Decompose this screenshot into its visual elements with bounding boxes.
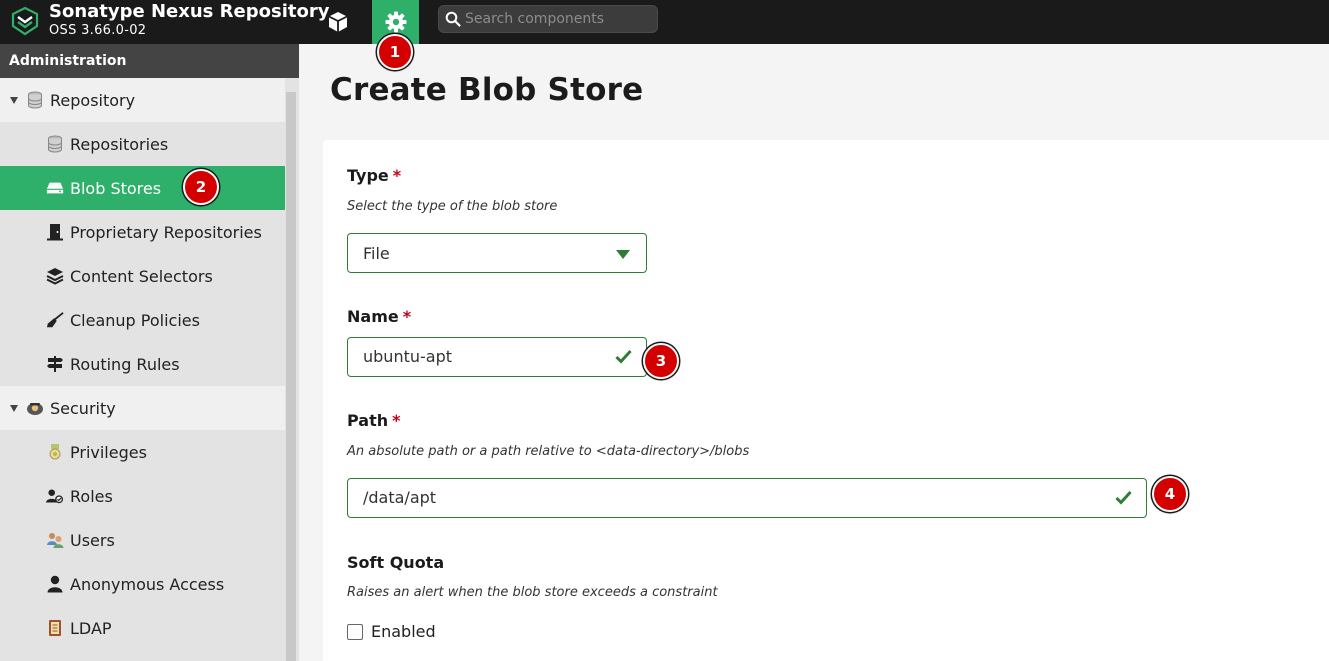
sidebar-item-proprietary-repositories[interactable]: Proprietary Repositories	[0, 210, 285, 254]
app-version: OSS 3.66.0-02	[49, 23, 147, 38]
security-badge-icon	[26, 399, 44, 417]
path-field[interactable]	[347, 478, 1147, 518]
sidebar-item-label: Users	[70, 530, 115, 550]
type-label: Type *	[347, 166, 401, 185]
sidebar-item-label: Anonymous Access	[70, 574, 225, 594]
name-input[interactable]	[363, 347, 603, 366]
app-name: Sonatype Nexus Repository	[49, 1, 330, 22]
step-badge-3: 3	[643, 343, 679, 379]
sidebar-item-roles[interactable]: Roles	[0, 474, 285, 518]
sidebar-item-label: Roles	[70, 486, 113, 506]
search-box[interactable]	[438, 5, 658, 33]
step-badge-2: 2	[183, 169, 219, 205]
cube-icon	[328, 12, 348, 32]
door-icon	[46, 223, 64, 241]
path-label: Path *	[347, 411, 401, 430]
soft-quota-checkbox-label: Enabled	[371, 622, 436, 641]
signpost-icon	[46, 355, 64, 373]
layers-icon	[46, 267, 64, 285]
path-input[interactable]	[363, 488, 1103, 507]
step-badge-4: 4	[1152, 476, 1188, 512]
name-label-text: Name	[347, 307, 399, 326]
sidebar-item-label: Repositories	[70, 134, 169, 154]
database-icon	[46, 135, 64, 153]
required-marker: *	[392, 411, 401, 430]
sidebar-item-label: Content Selectors	[70, 266, 213, 286]
path-help: An absolute path or a path relative to <…	[347, 444, 750, 459]
sidebar-item-label: Security	[50, 398, 116, 418]
page-title: Create Blob Store	[330, 72, 644, 108]
sidebar-item-privileges[interactable]: Privileges	[0, 430, 285, 474]
soft-quota-help: Raises an alert when the blob store exce…	[347, 585, 718, 600]
search-icon	[445, 11, 461, 27]
sidebar-item-content-selectors[interactable]: Content Selectors	[0, 254, 285, 298]
user-role-icon	[46, 487, 64, 505]
name-label: Name *	[347, 307, 411, 326]
required-marker: *	[402, 307, 412, 326]
sidebar-item-ldap[interactable]: LDAP	[0, 606, 285, 650]
type-select[interactable]: File	[347, 233, 647, 273]
hard-drive-icon	[46, 179, 64, 197]
step-badge-1: 1	[377, 34, 413, 70]
sidebar-item-label: Repository	[50, 90, 136, 110]
user-icon	[46, 575, 64, 593]
expand-caret-icon[interactable]	[10, 96, 18, 104]
sidebar-header: Administration	[0, 44, 299, 78]
gear-icon	[385, 11, 406, 33]
book-icon	[46, 619, 64, 637]
sidebar-item-cleanup-policies[interactable]: Cleanup Policies	[0, 298, 285, 342]
blob-store-form	[323, 140, 1329, 661]
expand-caret-icon[interactable]	[10, 404, 18, 412]
sidebar-item-blob-stores[interactable]: Blob Stores	[0, 166, 285, 210]
admin-sidebar: Administration Repository Repositories B…	[0, 44, 299, 661]
top-bar: Sonatype Nexus Repository OSS 3.66.0-02	[0, 0, 1329, 44]
sidebar-item-label: Proprietary Repositories	[70, 222, 262, 242]
sidebar-item-label: Blob Stores	[70, 178, 162, 198]
sidebar-item-repositories[interactable]: Repositories	[0, 122, 285, 166]
sidebar-group-repository[interactable]: Repository	[0, 78, 285, 122]
sidebar-group-security[interactable]: Security	[0, 386, 285, 430]
broom-icon	[46, 311, 64, 329]
valid-check-icon	[1115, 490, 1132, 505]
sidebar-item-users[interactable]: Users	[0, 518, 285, 562]
type-label-text: Type	[347, 166, 389, 185]
users-icon	[46, 531, 64, 549]
sidebar-item-routing-rules[interactable]: Routing Rules	[0, 342, 285, 386]
sidebar-item-label: LDAP	[70, 618, 112, 638]
valid-check-icon	[615, 349, 632, 364]
sidebar-item-label: Routing Rules	[70, 354, 180, 374]
type-select-value: File	[363, 244, 390, 263]
chevron-down-icon	[616, 250, 630, 259]
brand: Sonatype Nexus Repository OSS 3.66.0-02	[49, 1, 329, 38]
path-label-text: Path	[347, 411, 389, 430]
name-field[interactable]	[347, 337, 647, 377]
search-input[interactable]	[465, 9, 653, 29]
nexus-logo-icon[interactable]	[10, 6, 40, 36]
sidebar-nav: Repository Repositories Blob Stores Prop…	[0, 78, 285, 650]
soft-quota-checkbox[interactable]	[347, 623, 363, 640]
database-icon	[26, 91, 44, 109]
medal-icon	[46, 443, 64, 461]
soft-quota-label: Soft Quota	[347, 553, 445, 572]
type-help: Select the type of the blob store	[347, 199, 558, 214]
sidebar-item-label: Cleanup Policies	[70, 310, 200, 330]
sidebar-item-label: Privileges	[70, 442, 147, 462]
browse-button[interactable]	[317, 0, 359, 44]
required-marker: *	[392, 166, 402, 185]
sidebar-scrollbar[interactable]	[286, 92, 296, 661]
sidebar-item-anonymous-access[interactable]: Anonymous Access	[0, 562, 285, 606]
soft-quota-enabled[interactable]: Enabled	[347, 622, 436, 641]
